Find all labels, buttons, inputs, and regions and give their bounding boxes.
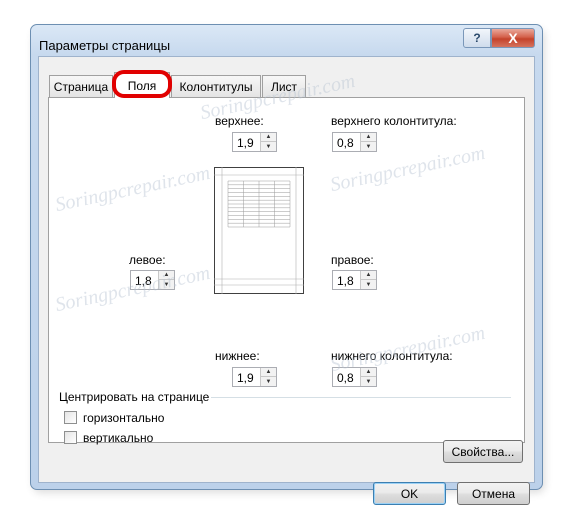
footer-margin-up-icon[interactable]: ▲ [361,368,376,377]
left-margin-label: левое: [129,253,166,267]
right-margin-spinner[interactable]: 1,8 ▲ ▼ [332,270,377,290]
footer-margin-value: 0,8 [337,371,354,385]
tab-page[interactable]: Страница [49,75,113,97]
center-group-divider [211,397,511,398]
tab-highlight-annotation [112,70,172,98]
header-margin-down-icon[interactable]: ▼ [361,142,376,151]
left-margin-up-icon[interactable]: ▲ [159,271,174,280]
left-margin-value: 1,8 [135,274,152,288]
center-on-page-label: Центрировать на странице [59,390,210,404]
bottom-margin-down-icon[interactable]: ▼ [261,377,276,386]
top-margin-value: 1,9 [237,136,254,150]
top-margin-down-icon[interactable]: ▼ [261,142,276,151]
cancel-button[interactable]: Отмена [457,482,530,505]
window-title: Параметры страницы [39,38,171,53]
properties-button[interactable]: Свойства... [443,440,523,463]
dialog-client: Страница Поля Колонтитулы Лист верхнее: … [38,56,535,505]
ok-button[interactable]: OK [373,482,446,505]
margins-panel: верхнее: 1,9 ▲ ▼ верхнего колонтитула: 0… [48,70,525,445]
help-button[interactable]: ? [463,28,491,48]
page-setup-dialog: Параметры страницы ? X Страница Поля Кол… [30,24,543,505]
page-preview [214,167,304,294]
close-button[interactable]: X [491,28,535,48]
header-margin-spinner[interactable]: 0,8 ▲ ▼ [332,132,377,152]
footer-margin-spinner[interactable]: 0,8 ▲ ▼ [332,367,377,387]
watermark: Soringpcrepair.com [53,161,213,217]
bottom-margin-spinner[interactable]: 1,9 ▲ ▼ [232,367,277,387]
bottom-margin-value: 1,9 [237,371,254,385]
right-margin-value: 1,8 [337,274,354,288]
top-margin-label: верхнее: [215,114,264,128]
top-margin-up-icon[interactable]: ▲ [261,133,276,142]
top-margin-spinner[interactable]: 1,9 ▲ ▼ [232,132,277,152]
footer-margin-down-icon[interactable]: ▼ [361,377,376,386]
vertical-checkbox[interactable] [64,431,77,444]
left-margin-down-icon[interactable]: ▼ [159,280,174,289]
right-margin-up-icon[interactable]: ▲ [361,271,376,280]
footer-margin-label: нижнего колонтитула: [331,349,453,363]
bottom-margin-up-icon[interactable]: ▲ [261,368,276,377]
horizontal-checkbox-label[interactable]: горизонтально [83,411,164,425]
right-margin-label: правое: [331,253,374,267]
right-margin-down-icon[interactable]: ▼ [361,280,376,289]
header-margin-up-icon[interactable]: ▲ [361,133,376,142]
horizontal-checkbox[interactable] [64,411,77,424]
vertical-checkbox-label[interactable]: вертикально [83,431,153,445]
header-margin-label: верхнего колонтитула: [331,114,457,128]
left-margin-spinner[interactable]: 1,8 ▲ ▼ [130,270,175,290]
header-margin-value: 0,8 [337,136,354,150]
close-icon: X [508,30,518,46]
tab-sheet[interactable]: Лист [262,75,306,97]
tab-header-footer[interactable]: Колонтитулы [171,75,261,97]
bottom-margin-label: нижнее: [215,349,260,363]
